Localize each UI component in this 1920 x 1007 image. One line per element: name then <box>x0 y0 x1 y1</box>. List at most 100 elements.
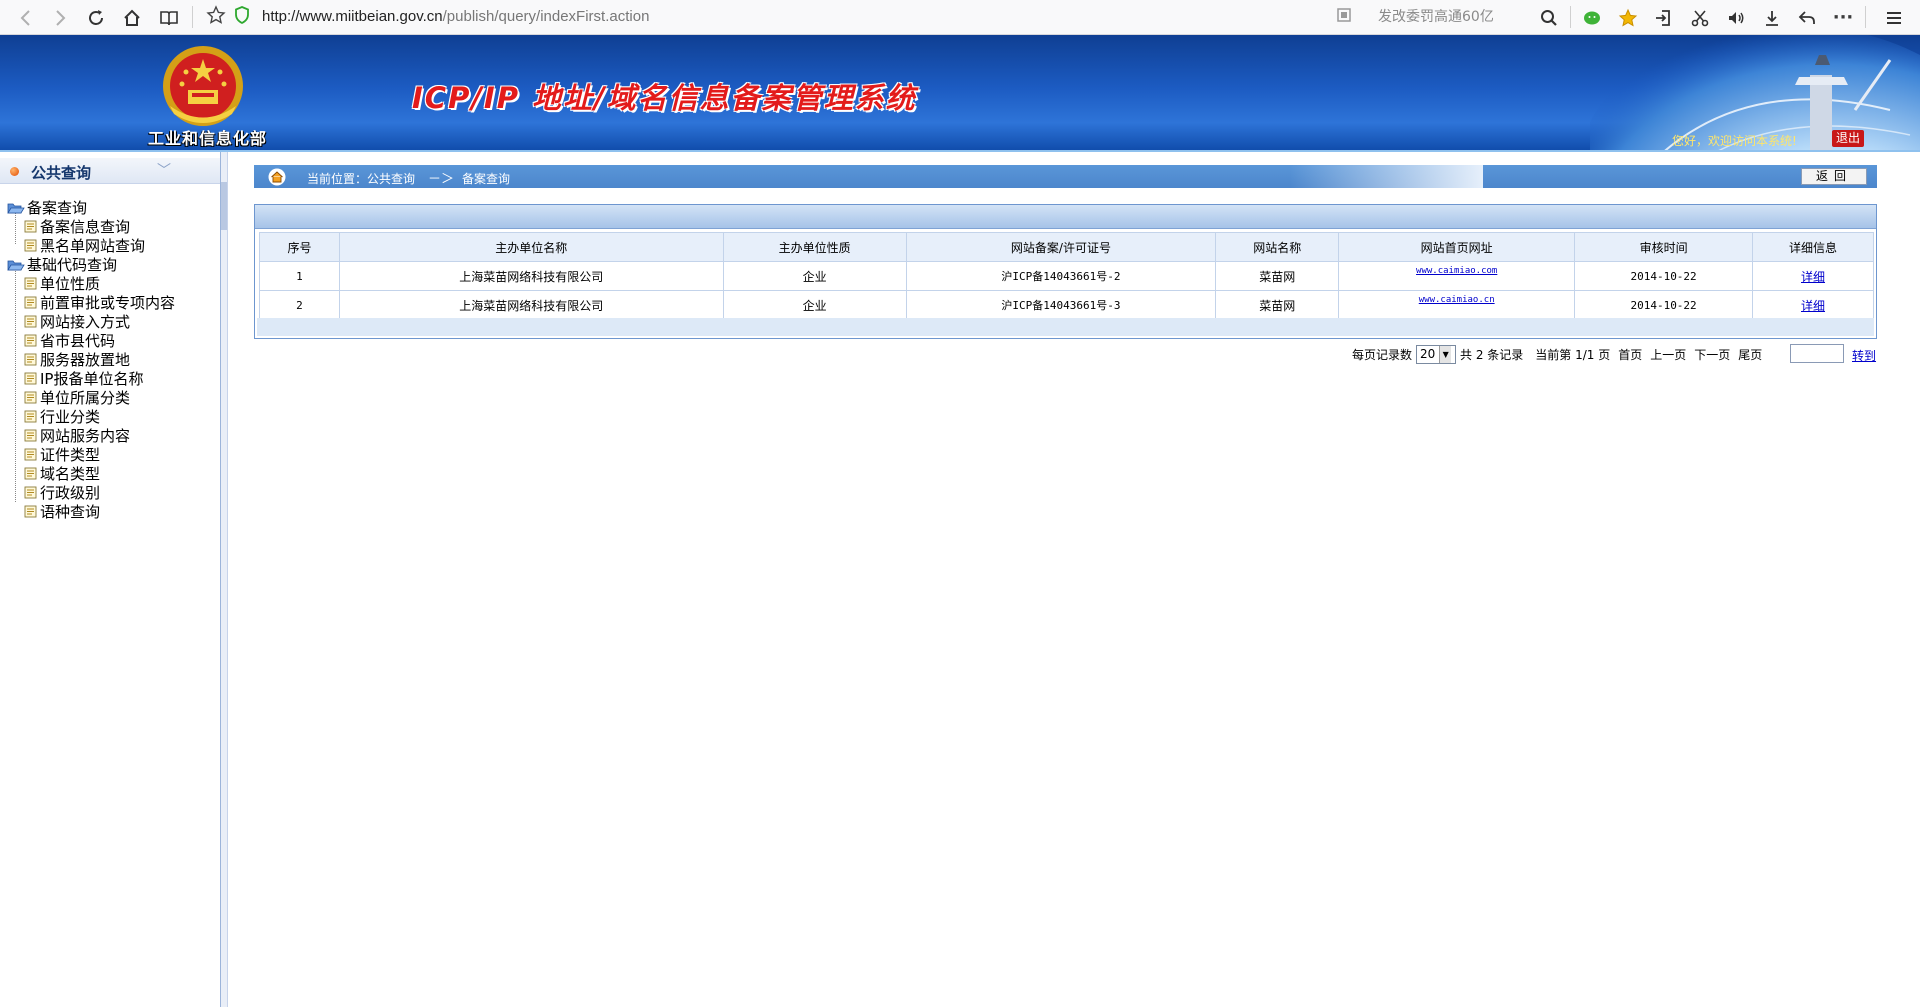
tree-item-label: 黑名单网站查询 <box>40 237 146 255</box>
tree-item[interactable]: 服务器放置地 <box>24 350 130 369</box>
url-host: http://www.miitbeian.gov.cn <box>262 8 443 25</box>
tree-item-label: 域名类型 <box>40 465 101 483</box>
page-size-value: 20 <box>1420 347 1436 361</box>
back-button[interactable]: 返回 <box>1801 168 1867 185</box>
document-icon <box>24 296 37 309</box>
tree-item[interactable]: 单位所属分类 <box>24 388 130 407</box>
wechat-icon[interactable] <box>1580 6 1604 30</box>
tree-item[interactable]: IP报备单位名称 <box>24 369 143 388</box>
tree-item[interactable]: 证件类型 <box>24 445 100 464</box>
first-page-button[interactable]: 首页 <box>1618 346 1642 363</box>
forward-icon[interactable] <box>48 6 72 30</box>
tree-group-label: 备案查询 <box>27 199 88 217</box>
total-records: 共 2 条记录 <box>1460 347 1524 362</box>
column-header: 详细信息 <box>1752 232 1874 262</box>
tree-item-filing-info-query[interactable]: 备案信息查询 <box>24 217 130 236</box>
document-icon <box>24 315 37 328</box>
document-icon <box>24 448 37 461</box>
sidebar-header[interactable]: 公共查询 ﹀ <box>0 158 220 184</box>
home-icon[interactable] <box>120 6 144 30</box>
homepage-cell: www.caimiao.com <box>1338 261 1576 291</box>
column-header: 网站备案/许可证号 <box>905 232 1217 262</box>
next-page-button[interactable]: 下一页 <box>1694 346 1730 363</box>
document-icon <box>24 391 37 404</box>
document-icon <box>24 277 37 290</box>
column-header: 序号 <box>259 232 340 262</box>
results-footer-strip <box>257 318 1874 336</box>
undo-icon[interactable] <box>1795 6 1819 30</box>
toolbar-separator <box>1570 6 1571 28</box>
tree-item[interactable]: 省市县代码 <box>24 331 115 350</box>
tree-group-base-code-query[interactable]: 基础代码查询 <box>7 255 117 274</box>
prev-page-button[interactable]: 上一页 <box>1650 346 1686 363</box>
license-number: 沪ICP备14043661号-3 <box>905 290 1217 320</box>
url-text[interactable]: http://www.miitbeian.gov.cn/publish/quer… <box>262 8 649 25</box>
tree-group-filing-query[interactable]: 备案查询 <box>7 198 87 217</box>
url-path: /publish/query/indexFirst.action <box>442 8 650 25</box>
detail-link[interactable]: 详细 <box>1801 299 1825 313</box>
tree-item-label: 语种查询 <box>40 503 101 521</box>
homepage-cell: www.caimiao.cn <box>1338 290 1576 320</box>
search-input[interactable]: 发改委罚高通60亿 <box>1378 6 1548 30</box>
table-row: 2 上海菜苗网络科技有限公司 企业 沪ICP备14043661号-3 菜苗网 w… <box>259 290 1874 320</box>
breadcrumb-location: 当前位置：公共查询 <box>307 172 416 186</box>
sidebar-splitter[interactable] <box>220 152 228 1007</box>
logout-button[interactable]: 退出 <box>1832 130 1864 147</box>
detail-cell: 详细 <box>1752 290 1874 320</box>
sidebar-title: 公共查询 <box>31 164 92 182</box>
download-icon[interactable] <box>1760 6 1784 30</box>
document-icon <box>24 486 37 499</box>
document-icon <box>24 334 37 347</box>
page-size-select[interactable]: 20 ▼ <box>1416 344 1457 364</box>
ministry-name: 工业和信息化部 <box>148 129 268 148</box>
sponsor-type: 企业 <box>722 261 907 291</box>
search-icon[interactable] <box>1537 6 1561 30</box>
tree-item[interactable]: 网站服务内容 <box>24 426 130 445</box>
tree-item-label: 行政级别 <box>40 484 101 502</box>
tree-item[interactable]: 域名类型 <box>24 464 100 483</box>
tree-item-label: 备案信息查询 <box>40 218 131 236</box>
folder-open-icon <box>7 203 25 213</box>
home-icon <box>268 168 286 186</box>
tree-item-label: 证件类型 <box>40 446 101 464</box>
tree-item-blacklist-query[interactable]: 黑名单网站查询 <box>24 236 145 255</box>
tree-item[interactable]: 前置审批或专项内容 <box>24 293 175 312</box>
homepage-link[interactable]: www.caimiao.cn <box>1419 295 1495 305</box>
back-icon[interactable] <box>14 6 38 30</box>
tree-item-label: 前置审批或专项内容 <box>40 294 176 312</box>
document-icon <box>24 429 37 442</box>
speaker-icon[interactable] <box>1724 6 1748 30</box>
column-header: 网站名称 <box>1215 232 1340 262</box>
bookmark-star-icon[interactable] <box>204 3 228 27</box>
chevron-down-icon[interactable]: ﹀ <box>157 160 171 180</box>
sign-in-icon[interactable] <box>1651 6 1675 30</box>
more-icon[interactable]: ··· <box>1831 6 1855 30</box>
reload-icon[interactable] <box>84 6 108 30</box>
qr-code-icon[interactable] <box>1332 3 1356 27</box>
favorites-star-icon[interactable] <box>1616 6 1640 30</box>
sponsor-name: 上海菜苗网络科技有限公司 <box>338 261 724 291</box>
column-header: 网站首页网址 <box>1338 232 1576 262</box>
reading-list-icon[interactable] <box>157 6 181 30</box>
homepage-link[interactable]: www.caimiao.com <box>1416 266 1497 276</box>
breadcrumb-arrow: －＞ <box>428 172 455 187</box>
tree-item[interactable]: 行政级别 <box>24 483 100 502</box>
shield-icon[interactable] <box>230 3 254 27</box>
goto-page-input[interactable] <box>1790 344 1844 363</box>
sponsor-name: 上海菜苗网络科技有限公司 <box>338 290 724 320</box>
toolbar-separator <box>1865 6 1866 28</box>
menu-icon[interactable] <box>1882 6 1906 30</box>
tree-item[interactable]: 网站接入方式 <box>24 312 130 331</box>
tree-item[interactable]: 单位性质 <box>24 274 100 293</box>
banner-stripe <box>0 150 1920 152</box>
detail-link[interactable]: 详细 <box>1801 270 1825 284</box>
tree-item[interactable]: 行业分类 <box>24 407 100 426</box>
last-page-button[interactable]: 尾页 <box>1738 346 1762 363</box>
results-header-strip <box>255 205 1876 229</box>
scissors-icon[interactable] <box>1688 6 1712 30</box>
dropdown-arrow-icon[interactable]: ▼ <box>1439 345 1452 363</box>
goto-page-button[interactable]: 转到 <box>1852 347 1876 364</box>
tree-item[interactable]: 语种查询 <box>24 502 100 521</box>
address-bar[interactable]: http://www.miitbeian.gov.cn/publish/quer… <box>198 3 1351 32</box>
sidebar-collapse-handle[interactable] <box>221 182 227 230</box>
